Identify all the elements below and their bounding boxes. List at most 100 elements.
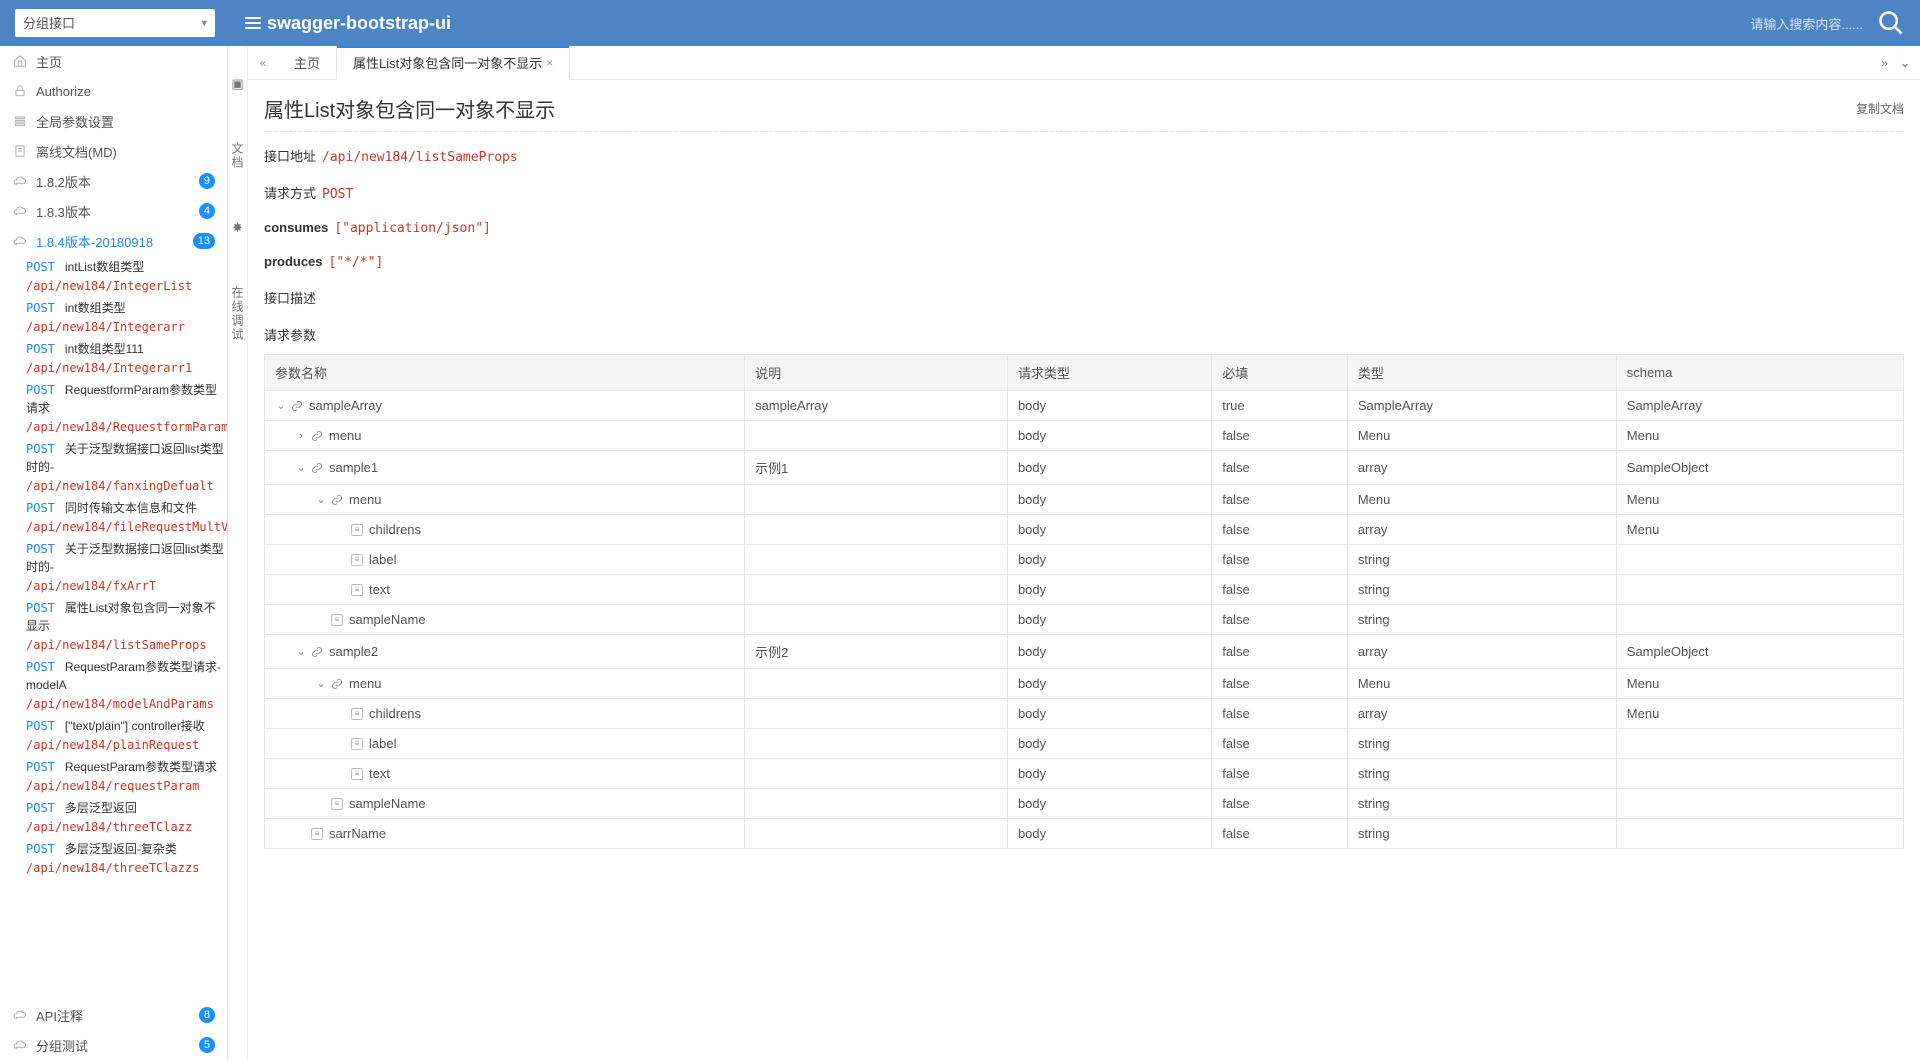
- home-icon: [12, 53, 28, 69]
- close-icon[interactable]: ×: [546, 56, 553, 70]
- row-icon: ≡: [351, 708, 363, 720]
- doc-tab-icon: ▣: [231, 76, 243, 92]
- param-schema: [1616, 789, 1903, 819]
- badge: 13: [193, 233, 215, 249]
- sidebar-item-4[interactable]: 1.8.2版本9: [0, 166, 227, 196]
- api-tree-node[interactable]: POSTintList数组类型/api/new184/IntegerList: [0, 256, 227, 297]
- param-required: false: [1212, 421, 1348, 451]
- column-header: 参数名称: [265, 355, 745, 391]
- table-row: ⌄sample1示例1bodyfalsearraySampleObject: [265, 451, 1904, 485]
- sidebar-bottom-item-1[interactable]: 分组测试5: [0, 1030, 227, 1060]
- method-label: 请求方式: [264, 183, 316, 202]
- api-tree-node[interactable]: POST["text/plain"] controller接收/api/new1…: [0, 715, 227, 756]
- param-required: false: [1212, 729, 1348, 759]
- tab-home-label: 主页: [294, 53, 320, 72]
- sidebar-item-2[interactable]: 全局参数设置: [0, 106, 227, 136]
- param-desc: [745, 759, 1008, 789]
- tabs-scroll-right[interactable]: »: [1881, 56, 1888, 70]
- api-tree-node[interactable]: POSTRequestformParam参数类型请求/api/new184/Re…: [0, 379, 227, 438]
- param-required: true: [1212, 391, 1348, 421]
- sidebar-item-5[interactable]: 1.8.3版本4: [0, 196, 227, 226]
- param-schema: Menu: [1616, 421, 1903, 451]
- link-icon: [331, 678, 343, 690]
- param-reqtype: body: [1007, 729, 1211, 759]
- tabs-dropdown-icon[interactable]: ⌄: [1900, 56, 1910, 70]
- search-icon[interactable]: [1877, 9, 1905, 37]
- copy-doc-button[interactable]: 复制文档: [1856, 100, 1904, 117]
- link-icon: [291, 400, 303, 412]
- param-required: false: [1212, 515, 1348, 545]
- tab-doc[interactable]: 文档: [229, 142, 246, 170]
- param-desc: [745, 575, 1008, 605]
- row-icon: ≡: [351, 584, 363, 596]
- tree-toggle[interactable]: ⌄: [295, 645, 307, 658]
- tab-debug[interactable]: 在线调试: [229, 286, 246, 342]
- sidebar-item-label: 主页: [36, 52, 62, 71]
- cloud-icon: [12, 233, 28, 249]
- tab-home[interactable]: 主页: [278, 46, 336, 79]
- api-tree-node[interactable]: POST多层泛型返回/api/new184/threeTClazz: [0, 797, 227, 838]
- api-tree-node[interactable]: POSTint数组类型111/api/new184/Integerarr1: [0, 338, 227, 379]
- api-tree-node[interactable]: POST关于泛型数据接口返回list类型时的-/api/new184/fanxi…: [0, 438, 227, 497]
- method-value: POST: [322, 187, 353, 202]
- link-icon: [311, 462, 323, 474]
- row-icon: ≡: [351, 768, 363, 780]
- param-schema: Menu: [1616, 669, 1903, 699]
- param-type: Menu: [1347, 669, 1616, 699]
- param-name: menu: [329, 428, 362, 443]
- table-row: ≡sampleNamebodyfalsestring: [265, 605, 1904, 635]
- param-name: sample2: [329, 644, 378, 659]
- param-type: array: [1347, 515, 1616, 545]
- param-desc: [745, 515, 1008, 545]
- addr-value: /api/new184/listSameProps: [322, 150, 518, 165]
- sidebar-bottom-item-0[interactable]: API注释8: [0, 1000, 227, 1030]
- link-icon: [331, 494, 343, 506]
- http-method: POST: [26, 383, 55, 397]
- group-select-wrap: 分组接口: [15, 9, 215, 37]
- api-tree-node[interactable]: POST多层泛型返回-复杂类/api/new184/threeTClazzs: [0, 838, 227, 879]
- http-method: POST: [26, 301, 55, 315]
- param-schema: [1616, 819, 1903, 849]
- vertical-tabs: ▣ 文档 ✸ 在线调试: [228, 46, 248, 1060]
- tab-active[interactable]: 属性List对象包含同一对象不显示 ×: [336, 46, 570, 80]
- sidebar-item-label: 离线文档(MD): [36, 142, 117, 161]
- table-row: ≡labelbodyfalsestring: [265, 729, 1904, 759]
- sidebar-item-3[interactable]: 离线文档(MD): [0, 136, 227, 166]
- table-row: ≡childrensbodyfalsearrayMenu: [265, 515, 1904, 545]
- params-table: 参数名称说明请求类型必填类型schema ⌄sampleArraysampleA…: [264, 354, 1904, 849]
- api-title: RequestParam参数类型请求: [65, 760, 217, 774]
- tree-toggle[interactable]: ⌄: [315, 493, 327, 506]
- api-url: /api/new184/modelAndParams: [26, 695, 227, 713]
- http-method: POST: [26, 842, 55, 856]
- tabs-collapse-left[interactable]: «: [248, 46, 278, 79]
- tree-toggle[interactable]: ›: [295, 430, 307, 442]
- api-tree-node[interactable]: POSTRequestParam参数类型请求-modelA/api/new184…: [0, 656, 227, 715]
- tabs-bar: « 主页 属性List对象包含同一对象不显示 × » ⌄: [248, 46, 1920, 80]
- param-required: false: [1212, 669, 1348, 699]
- api-title: 多层泛型返回-复杂类: [65, 842, 177, 856]
- api-url: /api/new184/listSameProps: [26, 636, 227, 654]
- sidebar-item-label: 1.8.3版本: [36, 202, 91, 221]
- param-type: string: [1347, 759, 1616, 789]
- api-tree-node[interactable]: POST同时传输文本信息和文件/api/new184/fileRequestMu…: [0, 497, 227, 538]
- tree-toggle[interactable]: ⌄: [295, 461, 307, 474]
- http-method: POST: [26, 660, 55, 674]
- sidebar-item-0[interactable]: 主页: [0, 46, 227, 76]
- sidebar-item-1[interactable]: Authorize: [0, 76, 227, 106]
- tree-toggle[interactable]: ⌄: [315, 677, 327, 690]
- api-url: /api/new184/IntegerList: [26, 277, 227, 295]
- param-name: sampleName: [349, 612, 426, 627]
- param-name: label: [369, 552, 396, 567]
- search-placeholder-text[interactable]: 请输入搜索内容......: [1750, 14, 1863, 33]
- param-desc: [745, 485, 1008, 515]
- api-tree-node[interactable]: POST属性List对象包含同一对象不显示/api/new184/listSam…: [0, 597, 227, 656]
- api-title: RequestParam参数类型请求-modelA: [26, 660, 221, 692]
- produces-label: produces: [264, 254, 323, 269]
- sidebar-item-6[interactable]: 1.8.4版本-2018091813: [0, 226, 227, 256]
- api-tree-node[interactable]: POST关于泛型数据接口返回list类型时的-/api/new184/fxArr…: [0, 538, 227, 597]
- api-tree-node[interactable]: POSTint数组类型/api/new184/Integerarr: [0, 297, 227, 338]
- tree-toggle[interactable]: ⌄: [275, 399, 287, 412]
- hamburger-icon[interactable]: [245, 14, 261, 32]
- group-select[interactable]: 分组接口: [15, 9, 215, 37]
- api-tree-node[interactable]: POSTRequestParam参数类型请求/api/new184/reques…: [0, 756, 227, 797]
